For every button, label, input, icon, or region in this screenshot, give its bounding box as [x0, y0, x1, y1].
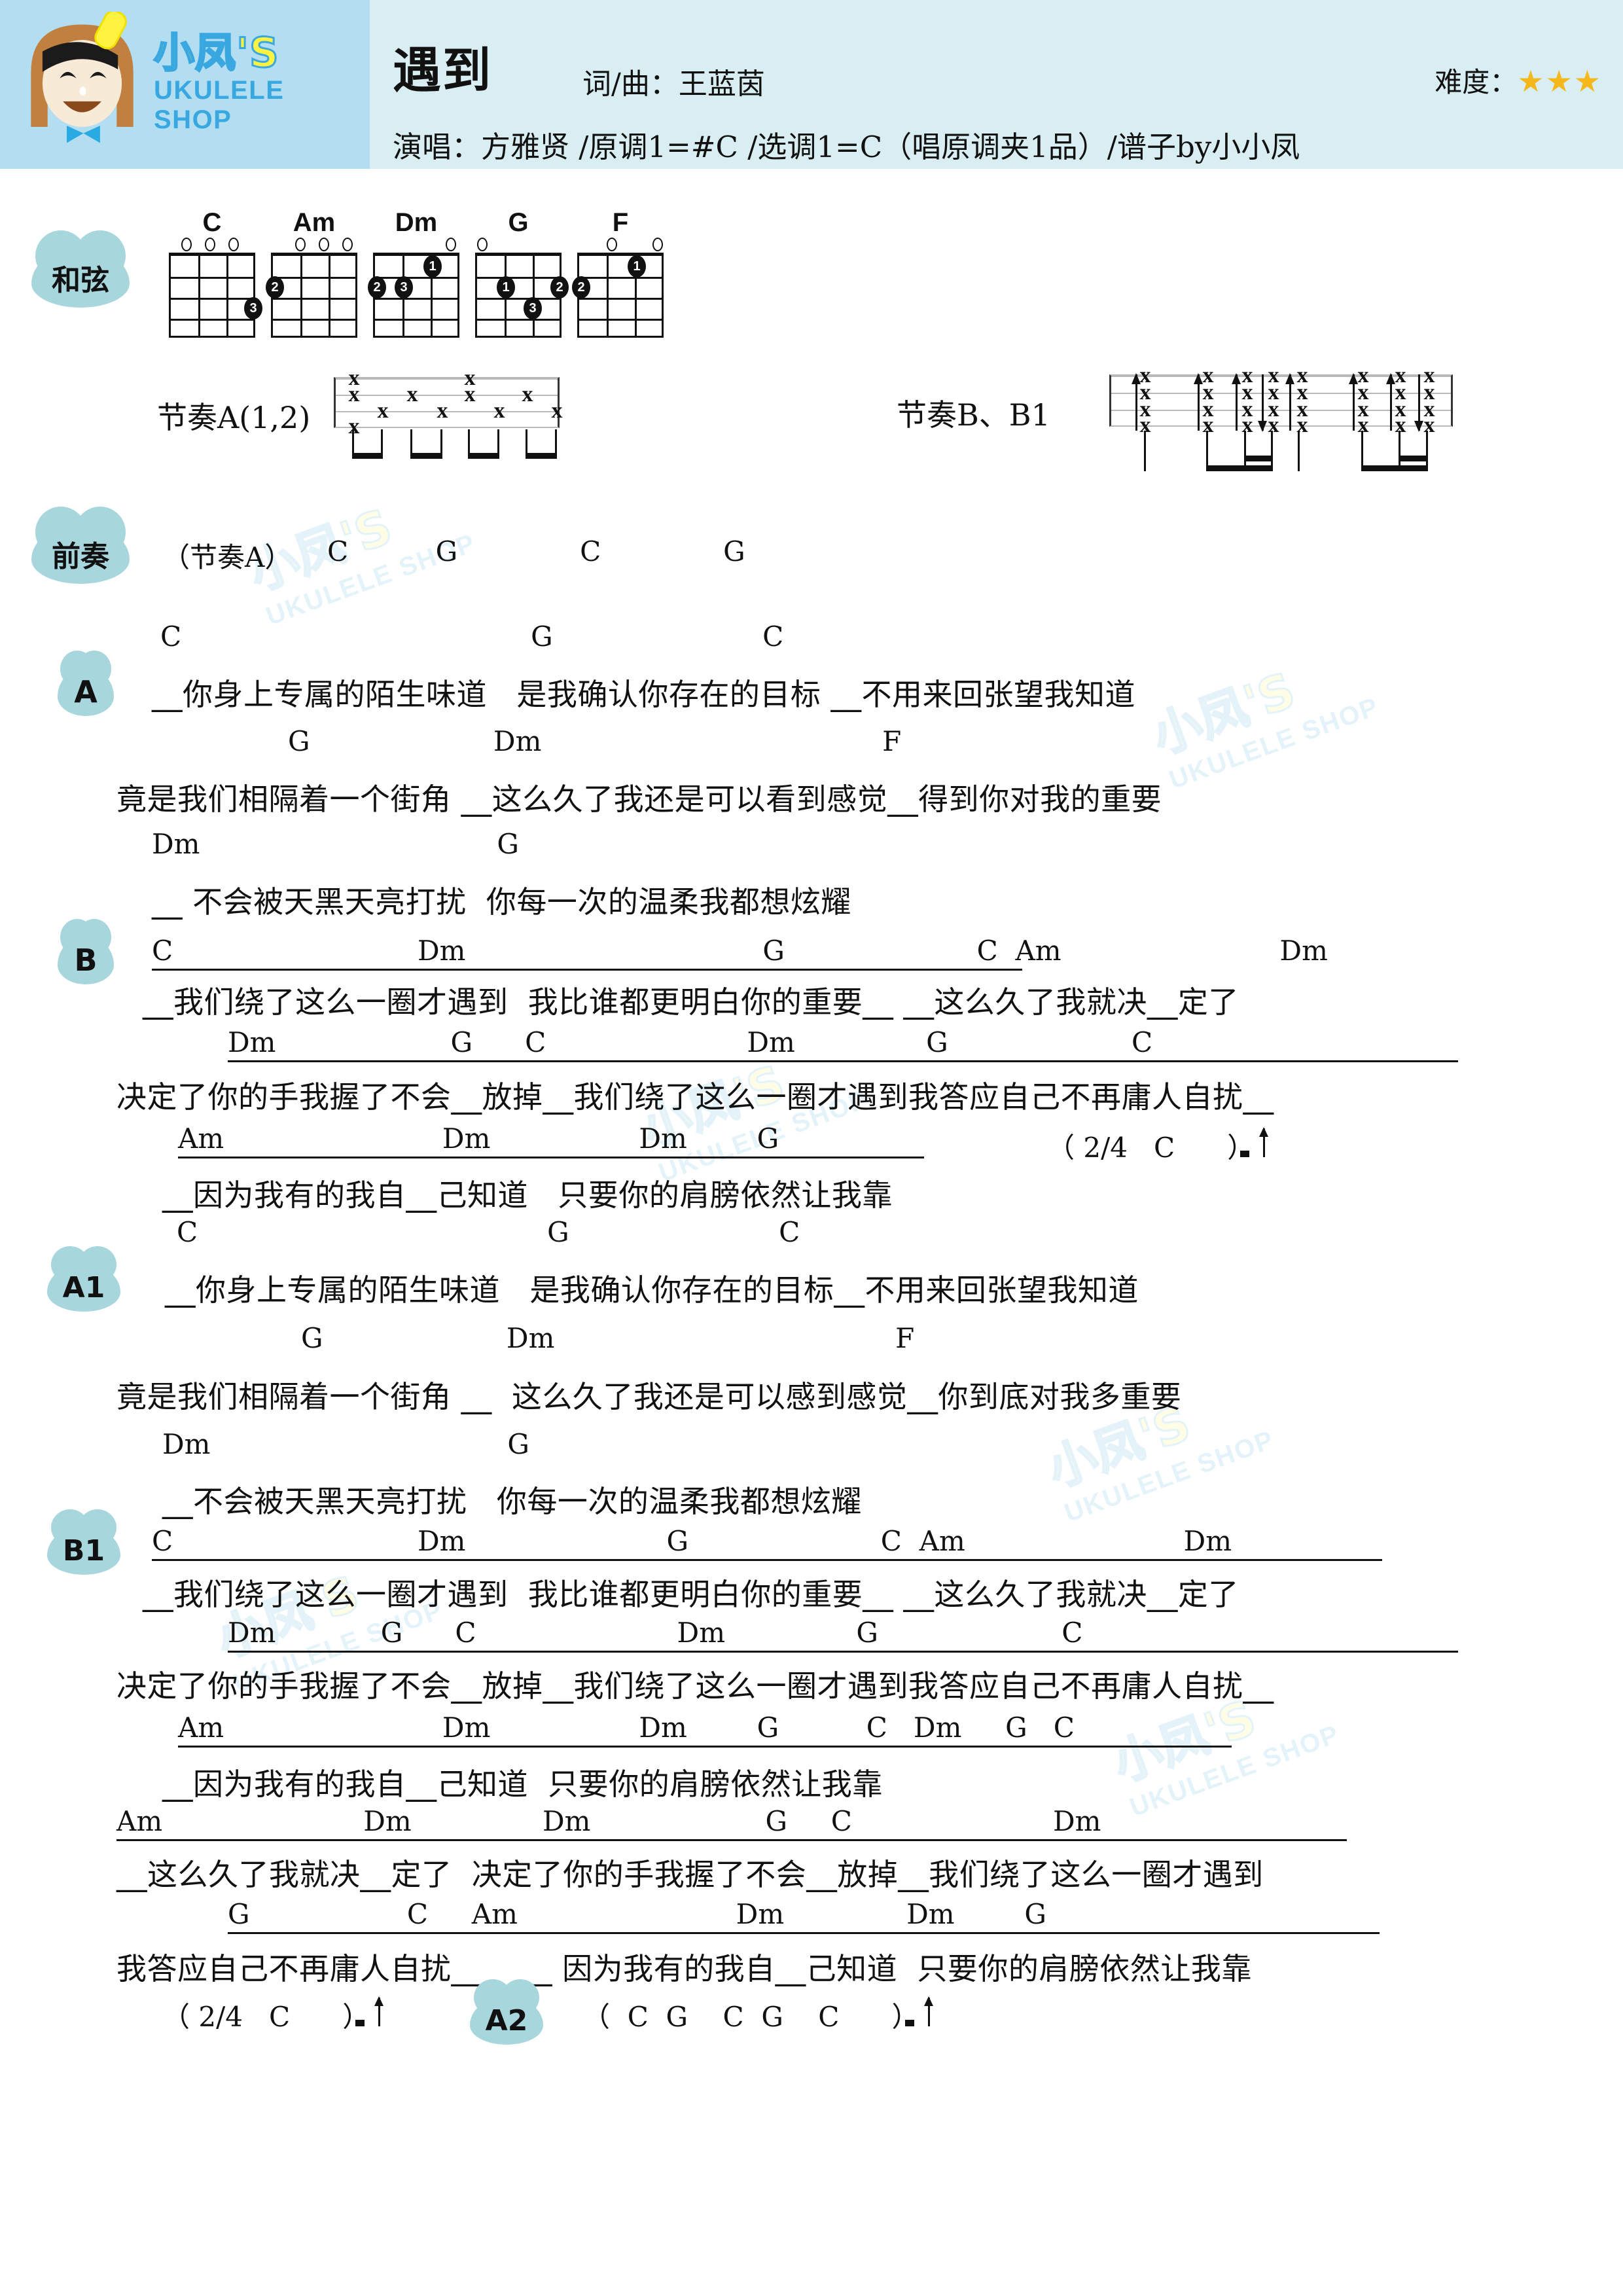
finger-dot: 2	[368, 276, 386, 298]
chord-diagram-f: F 2 1	[572, 208, 666, 338]
open-string-markers	[575, 237, 666, 253]
brand-logo: 小凤'S UKULELE SHOP	[7, 5, 366, 162]
chord-diagram-am: Am 2	[266, 208, 359, 338]
ending-time-signature: （ 2/4 C ）	[162, 1995, 389, 2035]
chord-line: Dm G	[162, 1428, 529, 1460]
lyric-line: __这么久了我就决__定了 决定了你的手我握了不会__放掉__我们绕了这么一圈才…	[116, 1857, 1264, 1892]
fretboard-grid: 2 3 1	[368, 253, 459, 338]
chord-name: F	[612, 208, 629, 237]
chord-line: C G C	[177, 1216, 800, 1248]
chord-line: Dm G	[152, 828, 519, 860]
lyric-line: 我答应自己不再庸人自扰__ __ 因为我有的我自__己知道 只要你的肩膀依然让我…	[116, 1951, 1252, 1986]
finger-dot: 1	[628, 255, 646, 278]
chord-line: Am Dm Dm G	[178, 1122, 924, 1158]
section-label-a1: A1	[47, 1246, 120, 1312]
finger-dot: 1	[497, 276, 515, 298]
finger-dot: 3	[244, 297, 262, 319]
chord-line: G Dm F	[288, 725, 902, 757]
finger-dot: 3	[395, 276, 413, 298]
meta-time-signature: （ 2/4 C ）	[1047, 1126, 1274, 1166]
chord-line: C Dm G C Am Dm	[152, 935, 1328, 971]
rhythm-b-label: 节奏B、B1	[897, 397, 1050, 433]
intro-pattern: （节奏A）	[162, 541, 293, 573]
composer-credit: 词/曲：王蓝茵	[582, 67, 765, 101]
rhythm-pattern-b: 节奏B、B1 xxxx xxxx xxxx xxxx xxxx xxxx xxx…	[897, 360, 1453, 478]
section-label-a2: A2	[470, 1979, 543, 2045]
lyric-line: __我们绕了这么一圈才遇到 我比谁都更明白你的重要__ __这么久了我就决__定…	[143, 1577, 1239, 1612]
lyric-line: 竟是我们相隔着一个街角 __ 这么久了我还是可以感到感觉__你到底对我多重要	[116, 1379, 1182, 1414]
finger-dot: 3	[524, 297, 542, 319]
fretboard-grid: 3	[169, 253, 262, 338]
chord-line: Dm G C Dm G C	[228, 1026, 1458, 1062]
section-label-a: A	[58, 651, 114, 716]
fretboard-grid: 2 1	[572, 253, 664, 338]
finger-dot: 2	[266, 276, 284, 298]
girl-avatar-icon	[31, 12, 134, 143]
difficulty-rating: 难度：★★★	[1435, 60, 1602, 100]
section-label-intro: 前奏	[31, 507, 130, 584]
ending-chords: （ C G C G C ）	[582, 1995, 939, 2035]
section-label-chords: 和弦	[31, 230, 130, 308]
chord-diagram-row: C 3 Am 2 Dm 2 3 1 G 1 2 3 F 2 1	[167, 208, 666, 338]
brand-name-en: UKULELE SHOP	[154, 76, 285, 134]
lyric-line: 竟是我们相隔着一个街角 __这么久了我还是可以看到感觉__得到你对我的重要	[116, 781, 1162, 817]
fretboard-grid: 2	[266, 253, 357, 338]
chord-line: C Dm G C Am Dm	[152, 1525, 1382, 1561]
section-label-b: B	[58, 919, 114, 984]
rhythm-b-tab: xxxx xxxx xxxx xxxx xxxx xxxx xxxx xxxx	[1109, 365, 1453, 437]
song-title: 遇到	[393, 43, 492, 99]
lyric-line: __你身上专属的陌生味道 是我确认你存在的目标__不用来回张望我知道	[165, 1272, 1139, 1308]
rhythm-pattern-a: 节奏A(1,2) x x x x x x x x x x x	[157, 367, 563, 478]
open-string-markers	[371, 237, 461, 253]
chord-line: Am Dm Dm G C Dm G C	[178, 1712, 1232, 1748]
chord-name: G	[508, 208, 529, 237]
open-string-markers	[473, 237, 563, 253]
open-string-markers	[167, 237, 257, 253]
lyric-line: 决定了你的手我握了不会__放掉__我们绕了这么一圈才遇到我答应自己不再庸人自扰_…	[116, 1668, 1274, 1704]
rhythm-a-label: 节奏A(1,2)	[157, 400, 311, 435]
brand-name-cn: 小凤'S	[153, 29, 280, 77]
difficulty-label: 难度：	[1435, 66, 1518, 98]
open-string-markers	[269, 237, 359, 253]
finger-dot: 2	[550, 276, 569, 298]
finger-dot: 2	[572, 276, 590, 298]
difficulty-stars: ★★★	[1517, 63, 1602, 99]
chord-line: G Dm F	[301, 1322, 915, 1354]
chord-diagram-c: C 3	[167, 208, 262, 338]
page-header: 小凤'S UKULELE SHOP 遇到 词/曲：王蓝茵 难度：★★★ 演唱：方…	[0, 0, 1623, 169]
chord-name: Dm	[395, 208, 438, 237]
chord-name: Am	[293, 208, 336, 237]
lyric-line: __你身上专属的陌生味道 是我确认你存在的目标 __不用来回张望我知道	[152, 677, 1135, 712]
watermark: 小凤'S UKULELE SHOP	[1144, 661, 1383, 795]
chord-line: Am Dm Dm G C Dm	[116, 1805, 1347, 1841]
chord-diagram-dm: Dm 2 3 1	[368, 208, 461, 338]
lyric-line: __ 不会被天黑天亮打扰 你每一次的温柔我都想炫耀	[152, 884, 851, 920]
lyric-line: __因为我有的我自__己知道 只要你的肩膀依然让我靠	[162, 1767, 883, 1802]
section-label-b1: B1	[47, 1509, 120, 1575]
fretboard-grid: 1 2 3	[475, 253, 569, 338]
lyric-line: 决定了你的手我握了不会__放掉__我们绕了这么一圈才遇到我答应自己不再庸人自扰_…	[116, 1079, 1274, 1115]
lyric-line: __不会被天黑天亮打扰 你每一次的温柔我都想炫耀	[162, 1484, 862, 1519]
chord-line: C G C	[160, 620, 784, 653]
chord-diagram-g: G 1 2 3	[473, 208, 569, 338]
lyric-line: __我们绕了这么一圈才遇到 我比谁都更明白你的重要__ __这么久了我就决__定…	[143, 984, 1239, 1020]
performer-key-info: 演唱：方雅贤 /原调1=#C /选调1=C（唱原调夹1品）/谱子by小小凤	[393, 130, 1300, 164]
finger-dot: 1	[423, 255, 442, 278]
intro-chords: C G C G	[327, 535, 745, 567]
chord-name: C	[202, 208, 222, 237]
chord-line: G C Am Dm Dm G	[228, 1898, 1380, 1934]
lyric-line: __因为我有的我自__己知道 只要你的肩膀依然让我靠	[162, 1177, 893, 1213]
chord-line: Dm G C Dm G C	[228, 1617, 1458, 1653]
rhythm-a-tab: x x x x x x x x x x x	[334, 367, 563, 438]
